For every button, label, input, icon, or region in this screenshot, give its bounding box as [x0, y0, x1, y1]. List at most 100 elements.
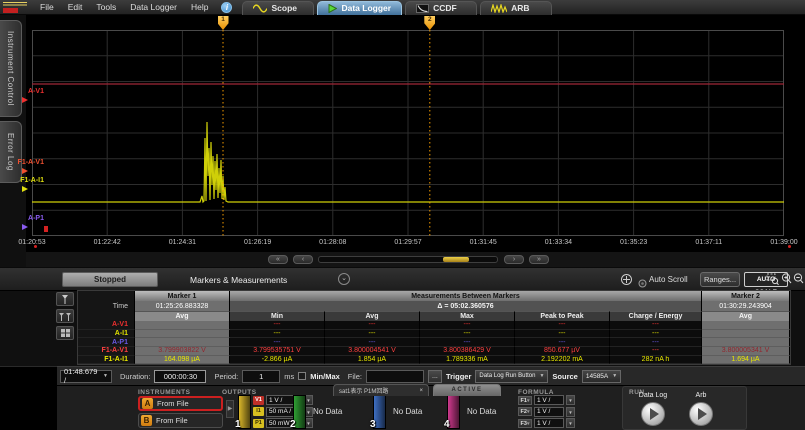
formula-dropdown-icon[interactable] — [566, 395, 575, 405]
tab-ccdf[interactable]: CCDF — [405, 1, 477, 15]
run-panel: RUN Data LogArb — [622, 386, 747, 430]
file-input[interactable] — [366, 370, 424, 383]
formula-scale-field[interactable]: 1 V / — [534, 395, 564, 405]
marker-single-icon[interactable] — [56, 292, 74, 306]
panel-collapse-icon[interactable] — [338, 273, 350, 285]
active-tab[interactable]: ACTIVE — [433, 384, 501, 396]
marker1-header[interactable]: Marker 1 — [135, 291, 230, 301]
menu-file[interactable]: File — [33, 2, 61, 12]
avg-value: --- — [325, 338, 420, 347]
instrument-b-button[interactable]: BFrom File — [138, 413, 223, 428]
period-field[interactable]: 1 — [242, 370, 280, 383]
x-tick-label: 01:26:19 — [235, 239, 281, 246]
min-value: --- — [230, 338, 325, 347]
formula-scale-field[interactable]: 1 V / — [534, 418, 564, 428]
formula-badge[interactable]: F2 — [518, 407, 532, 416]
trigger-dropdown[interactable]: Data Log Run Button — [475, 370, 548, 383]
no-data-label: No Data — [313, 407, 342, 416]
menu-edit[interactable]: Edit — [61, 2, 90, 12]
period-unit: ms — [284, 372, 294, 381]
menu-items: FileEditToolsData LoggerHelp — [33, 2, 215, 12]
duration-field[interactable]: 000:00:30 — [154, 370, 206, 383]
formula-dropdown-icon[interactable] — [566, 407, 575, 417]
marker2-header[interactable]: Marker 2 — [702, 291, 790, 301]
info-icon[interactable]: i — [221, 2, 232, 13]
browse-button[interactable]: ... — [428, 370, 442, 383]
instrument-a-button[interactable]: A From File — [138, 396, 223, 411]
scroll-far-right-icon[interactable]: » — [529, 255, 549, 264]
formula-scale-field[interactable]: 1 V / — [534, 407, 564, 417]
x-tick-label: 01:31:45 — [460, 239, 506, 246]
x-tick-label: 01:39:00 — [761, 239, 805, 246]
formula-row-f1: F11 V / — [518, 395, 575, 405]
marker1-time: 01:25:26.883328 — [135, 301, 230, 311]
row-label-a-i1: A-I1 — [78, 330, 135, 339]
tab-instrument-control[interactable]: Instrument Control — [0, 20, 22, 117]
tab-data-logger[interactable]: Data Logger — [317, 1, 402, 15]
min-value: --- — [230, 330, 325, 339]
marker1-value: 3.799903822 V — [135, 347, 230, 356]
marker1-col-header: Avg — [135, 311, 230, 321]
tab-arb[interactable]: ARB — [480, 1, 552, 15]
scroll-thumb[interactable] — [443, 257, 469, 262]
menu-tools[interactable]: Tools — [89, 2, 123, 12]
channel-ref-arrow[interactable] — [22, 224, 28, 230]
channel-ref-arrow[interactable] — [22, 168, 28, 174]
formula-badge[interactable]: F1 — [518, 396, 532, 405]
scroll-track[interactable] — [318, 256, 498, 263]
marker-pair-icon[interactable] — [56, 309, 74, 323]
formula-dropdown-icon[interactable] — [566, 418, 575, 428]
ccdf-curve-icon — [416, 4, 429, 13]
x-tick-label: 01:22:42 — [84, 239, 130, 246]
marker1-value — [135, 338, 230, 347]
charge-energy-value: 282 nA h — [610, 356, 702, 365]
row-label-a-v1: A-V1 — [78, 321, 135, 330]
channel-badge-i1: I1 — [253, 407, 264, 416]
max-value: --- — [420, 330, 515, 339]
channel-ref-arrow[interactable] — [22, 97, 28, 103]
scroll-far-left-icon[interactable]: « — [268, 255, 288, 264]
play-icon — [328, 4, 337, 13]
formula-badge[interactable]: F3 — [518, 419, 532, 428]
zoom-out-icon[interactable] — [792, 271, 805, 287]
tab-label: ARB — [511, 3, 529, 13]
scroll-left-icon[interactable]: ‹ — [293, 255, 313, 264]
close-icon[interactable]: × — [419, 388, 423, 394]
instrument-source-label: From File — [156, 416, 188, 425]
minmax-checkbox[interactable] — [298, 372, 306, 380]
source-dropdown[interactable]: 14585A — [582, 370, 621, 383]
col-header-peak-to-peak: Peak to Peak — [515, 311, 610, 321]
avg-value: --- — [325, 321, 420, 330]
arb-wave-icon — [491, 4, 507, 13]
zoom-selection-icon[interactable] — [766, 271, 779, 287]
menu-help[interactable]: Help — [184, 2, 215, 12]
peak-to-peak-value: --- — [515, 330, 610, 339]
time-scale-dropdown[interactable]: 01:48.679 / — [60, 370, 112, 383]
bottom-panel: INSTRUMENTS AFrom FileBFrom File ▶ OUTPU… — [57, 385, 805, 430]
axis-marker-dot — [34, 245, 37, 248]
instruments-collapse-icon[interactable]: ▶ — [226, 400, 234, 418]
auto-scroll-label[interactable]: Auto Scroll — [649, 275, 688, 284]
document-tab[interactable]: sat1表示 P1M回路 × — [333, 384, 429, 396]
app-logo-icon — [3, 2, 29, 13]
channel-badge-v1: V1 — [253, 396, 264, 405]
waveform-plot[interactable] — [32, 30, 784, 236]
channel-ref-arrow[interactable] — [22, 186, 28, 192]
menu-data-logger[interactable]: Data Logger — [123, 2, 184, 12]
instrument-source-label: From File — [157, 399, 189, 408]
run-data-log-button[interactable] — [641, 402, 665, 426]
instrument-badge: A — [142, 398, 153, 409]
tab-scope[interactable]: Scope — [242, 1, 314, 15]
marker2-col-header: Avg — [702, 311, 790, 321]
marker1-value — [135, 321, 230, 330]
ranges-button[interactable]: Ranges... — [700, 272, 740, 287]
row-label-a-p1: A-P1 — [78, 338, 135, 347]
x-tick-label: 01:20:53 — [9, 239, 55, 246]
scroll-right-icon[interactable]: › — [504, 255, 524, 264]
run-arb-button[interactable] — [689, 402, 713, 426]
grid-view-icon[interactable] — [56, 326, 74, 340]
add-marker-icon[interactable] — [620, 273, 633, 291]
logging-settings-bar: 01:48.679 / Duration: 000:00:30 Period: … — [57, 366, 805, 385]
row-label-f1-a-v1: F1-A-V1 — [78, 347, 135, 356]
tab-error-log[interactable]: Error Log — [0, 121, 22, 183]
